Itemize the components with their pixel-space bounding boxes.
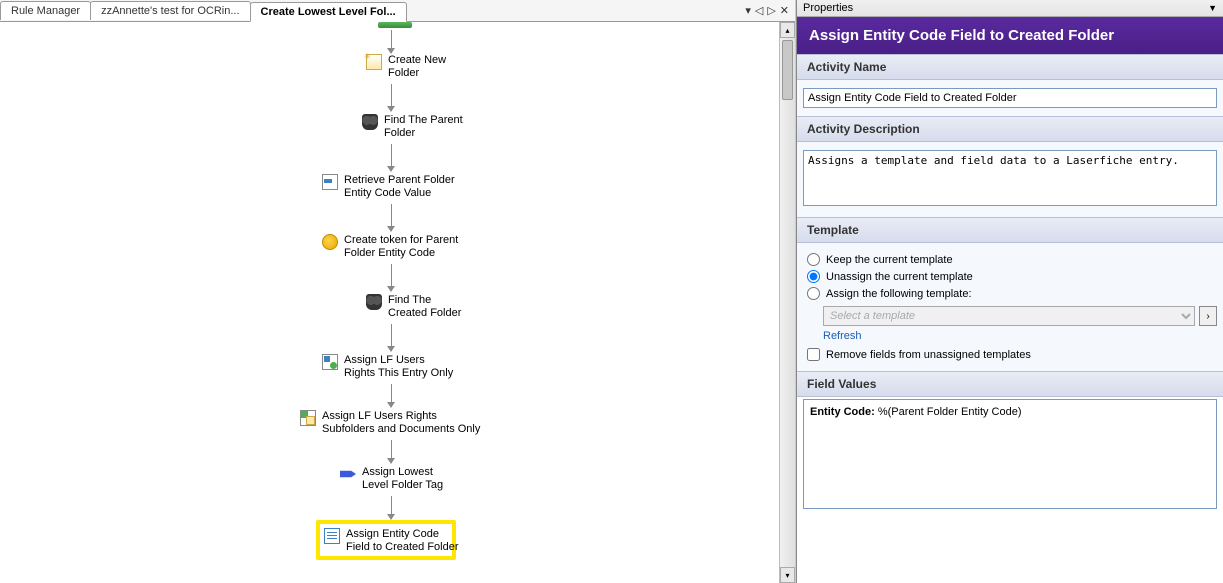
section-template: Template (797, 217, 1223, 243)
tag-icon (340, 466, 356, 482)
document-icon (324, 528, 340, 544)
field-values-box[interactable]: Entity Code: %(Parent Folder Entity Code… (803, 399, 1217, 509)
node-label: Assign Entity Code Field to Created Fold… (346, 528, 459, 554)
radio-keep-template-input[interactable] (807, 253, 820, 266)
checkbox-label: Remove fields from unassigned templates (826, 349, 1031, 361)
tab-next-icon[interactable]: ▷ (767, 4, 775, 17)
vertical-scrollbar[interactable]: ▴ ▾ (779, 22, 795, 583)
token-icon (322, 234, 338, 250)
node-label: Assign LF Users Rights This Entry Only (344, 354, 453, 380)
workflow-canvas[interactable]: Create New Folder Find The Parent Folder… (0, 22, 795, 583)
tab-close-icon[interactable]: ✕ (780, 4, 789, 17)
node-label: Find The Created Folder (388, 294, 461, 320)
node-label: Find The Parent Folder (384, 114, 463, 140)
node-create-token[interactable]: Create token for Parent Folder Entity Co… (322, 234, 458, 260)
section-activity-description: Activity Description (797, 116, 1223, 142)
new-folder-icon (366, 54, 382, 70)
binoculars-icon (366, 294, 382, 310)
radio-assign-template[interactable]: Assign the following template: (803, 285, 1217, 302)
remove-fields-checkbox[interactable] (807, 348, 820, 361)
node-label: Retrieve Parent Folder Entity Code Value (344, 174, 455, 200)
scroll-up-icon[interactable]: ▴ (780, 22, 795, 38)
tab-rule-manager[interactable]: Rule Manager (0, 1, 91, 20)
start-marker-icon (378, 22, 412, 28)
activity-title-bar: Assign Entity Code Field to Created Fold… (797, 17, 1223, 54)
template-select[interactable]: Select a template (823, 306, 1195, 326)
binoculars-icon (362, 114, 378, 130)
node-find-parent-folder[interactable]: Find The Parent Folder (362, 114, 463, 140)
radio-unassign-template-input[interactable] (807, 270, 820, 283)
rights-icon (322, 354, 338, 370)
radio-assign-template-input[interactable] (807, 287, 820, 300)
tab-prev-icon[interactable]: ◁ (755, 4, 763, 17)
radio-unassign-template[interactable]: Unassign the current template (803, 268, 1217, 285)
node-assign-tag[interactable]: Assign Lowest Level Folder Tag (340, 466, 443, 492)
activity-description-input[interactable]: Assigns a template and field data to a L… (803, 150, 1217, 206)
tab-create-lowest[interactable]: Create Lowest Level Fol... (250, 2, 407, 22)
tab-ocr-test[interactable]: zzAnnette's test for OCRin... (90, 1, 250, 20)
radio-label: Assign the following template: (826, 288, 972, 300)
scroll-thumb[interactable] (782, 40, 793, 100)
node-label: Create token for Parent Folder Entity Co… (344, 234, 458, 260)
node-retrieve-entity-code[interactable]: Retrieve Parent Folder Entity Code Value (322, 174, 455, 200)
rights-subfolder-icon (300, 410, 316, 426)
retrieve-icon (322, 174, 338, 190)
node-find-created-folder[interactable]: Find The Created Folder (366, 294, 461, 320)
tab-controls: ▾ ◁ ▷ ✕ (745, 4, 795, 17)
tab-bar: Rule Manager zzAnnette's test for OCRin.… (0, 0, 795, 22)
node-assign-entity-code-field[interactable]: Assign Entity Code Field to Created Fold… (324, 528, 459, 554)
chevron-down-icon[interactable]: ▼ (1208, 3, 1217, 13)
remove-fields-checkbox-row[interactable]: Remove fields from unassigned templates (803, 342, 1217, 363)
node-label: Assign LF Users Rights Subfolders and Do… (322, 410, 480, 436)
radio-keep-template[interactable]: Keep the current template (803, 251, 1217, 268)
field-value-token: %(Parent Folder Entity Code) (878, 406, 1022, 418)
scroll-down-icon[interactable]: ▾ (780, 567, 795, 583)
properties-pane: Properties ▼ Assign Entity Code Field to… (796, 0, 1223, 583)
radio-label: Unassign the current template (826, 271, 973, 283)
template-expand-button[interactable]: › (1199, 306, 1217, 326)
section-field-values: Field Values (797, 371, 1223, 397)
node-label: Create New Folder (388, 54, 446, 80)
properties-header[interactable]: Properties ▼ (797, 0, 1223, 17)
activity-name-input[interactable] (803, 88, 1217, 108)
node-assign-rights-subfolders[interactable]: Assign LF Users Rights Subfolders and Do… (300, 410, 480, 436)
section-activity-name: Activity Name (797, 54, 1223, 80)
properties-title: Properties (803, 2, 853, 14)
designer-pane: Rule Manager zzAnnette's test for OCRin.… (0, 0, 796, 583)
radio-label: Keep the current template (826, 254, 953, 266)
node-assign-rights-entry[interactable]: Assign LF Users Rights This Entry Only (322, 354, 453, 380)
node-create-new-folder[interactable]: Create New Folder (366, 54, 446, 80)
tab-menu-icon[interactable]: ▾ (745, 4, 751, 17)
refresh-link[interactable]: Refresh (823, 330, 862, 342)
field-value-label: Entity Code: (810, 406, 875, 418)
node-label: Assign Lowest Level Folder Tag (362, 466, 443, 492)
